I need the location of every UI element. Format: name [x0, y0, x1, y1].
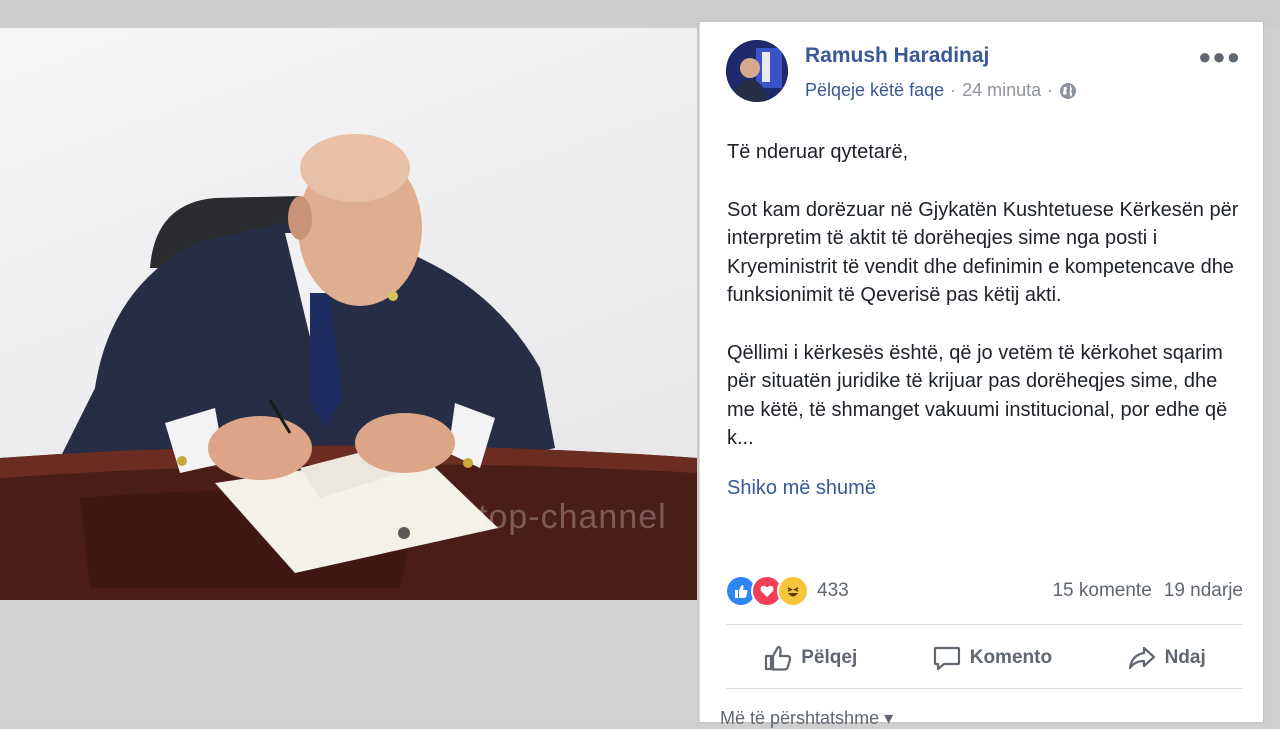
avatar-image — [726, 40, 788, 102]
comment-button[interactable]: Komento — [932, 644, 1052, 672]
comment-label: Komento — [969, 647, 1053, 668]
engagement-counts: 15 komente 19 ndarje — [1052, 580, 1243, 602]
thumbs-up-icon — [765, 645, 792, 671]
post-meta: Pëlqeje këtë faqe · 24 minuta · — [805, 80, 1077, 101]
see-more-link[interactable]: Shiko më shumë — [727, 477, 876, 500]
more-options-icon[interactable]: ●●● — [1198, 44, 1241, 70]
meta-separator: · — [950, 80, 957, 100]
shares-count[interactable]: 19 ndarje — [1164, 580, 1243, 602]
post-body: Të nderuar qytetarë, Sot kam dorëzuar në… — [727, 138, 1247, 482]
post-actions-bar: Pëlqej Komento Ndaj — [726, 636, 1243, 680]
post-greeting: Të nderuar qytetarë, — [727, 141, 909, 163]
post-photo[interactable]: top-channel — [0, 28, 697, 600]
like-label: Pëlqej — [801, 647, 858, 668]
author-avatar[interactable] — [726, 40, 788, 102]
post-timestamp[interactable]: 24 minuta — [962, 80, 1041, 101]
page-background — [0, 600, 697, 720]
comments-count[interactable]: 15 komente — [1052, 580, 1151, 602]
meta-separator-2: · — [1047, 80, 1054, 100]
like-button[interactable]: Pëlqej — [763, 644, 857, 672]
haha-reaction-icon — [777, 575, 809, 607]
reaction-count: 433 — [817, 580, 849, 601]
globe-icon[interactable] — [1059, 82, 1077, 100]
comment-sort-label: Më të përshtatshme — [720, 708, 880, 728]
share-button[interactable]: Ndaj — [1127, 644, 1206, 672]
divider-bottom — [726, 688, 1243, 689]
photo-watermark: top-channel — [478, 498, 667, 536]
share-icon — [1128, 646, 1155, 670]
post-paragraph-1: Sot kam dorëzuar në Gjykatën Kushtetuese… — [727, 198, 1239, 307]
like-page-link[interactable]: Pëlqeje këtë faqe — [805, 80, 944, 101]
reactions-summary[interactable]: 433 — [725, 575, 849, 607]
share-label: Ndaj — [1164, 647, 1206, 668]
comment-icon — [933, 646, 960, 671]
comment-sort-dropdown[interactable]: Më të përshtatshme ▾ — [720, 708, 893, 729]
post-paragraph-2: Qëllimi i kërkesës është, që jo vetëm të… — [727, 341, 1228, 450]
chevron-down-icon: ▾ — [884, 708, 894, 728]
author-name[interactable]: Ramush Haradinaj — [805, 44, 989, 68]
divider-top — [726, 624, 1243, 625]
post-card: Ramush Haradinaj Pëlqeje këtë faqe · 24 … — [699, 22, 1263, 728]
